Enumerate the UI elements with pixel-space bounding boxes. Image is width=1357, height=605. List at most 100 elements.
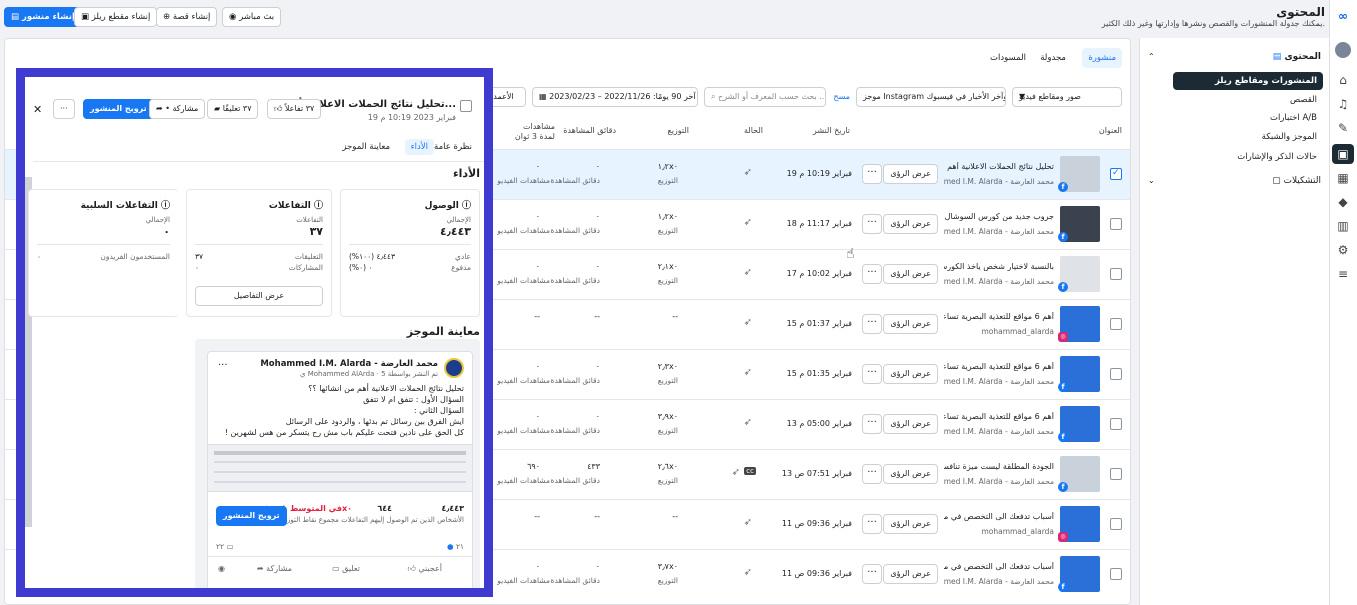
preview-like-button[interactable]: 👍︎ أعجبني: [407, 564, 442, 574]
calendar-icon[interactable]: ▦: [1335, 170, 1351, 186]
panel-boost-button[interactable]: ترويج المنشور: [83, 99, 154, 119]
settings-icon[interactable]: ⚙: [1335, 242, 1351, 258]
row-checkbox[interactable]: [1110, 368, 1122, 380]
view-insights-button[interactable]: عرض الرؤى: [883, 214, 938, 234]
row-more-button[interactable]: ···: [862, 164, 882, 184]
calendar-small-icon: ▦: [539, 92, 550, 101]
app-rail: ∞ ⌂ ♫ ✎ ▣ ▦ ◆ ▥ ⚙ ≡: [1329, 0, 1357, 605]
row-title[interactable]: تحليل نتائج الحملات الاعلانية أهم من...: [944, 162, 1054, 171]
row-checkbox[interactable]: [1110, 518, 1122, 530]
row-date: 11 فبراير 09:36 ص: [781, 519, 852, 528]
menu-icon[interactable]: ≡: [1335, 266, 1351, 282]
view-insights-button[interactable]: عرض الرؤى: [883, 314, 938, 334]
row-more-button[interactable]: ···: [862, 514, 882, 534]
facebook-icon: f: [1058, 482, 1068, 492]
row-views: ٠: [535, 562, 540, 571]
row-more-button[interactable]: ···: [862, 364, 882, 384]
row-more-button[interactable]: ···: [862, 414, 882, 434]
view-insights-button[interactable]: عرض الرؤى: [883, 264, 938, 284]
row-checkbox[interactable]: [1110, 418, 1122, 430]
row-title[interactable]: أهم 6 مواقع للتعذية البصرية تساعـ...: [944, 412, 1054, 421]
preview-stat-caption: الأشخاص الذين تم الوصول إليهم التفاعلات …: [281, 516, 464, 524]
view-insights-button[interactable]: عرض الرؤى: [883, 564, 938, 584]
view-insights-button[interactable]: عرض الرؤى: [883, 464, 938, 484]
panel-tab-feed-preview[interactable]: معاينة الموجز: [336, 139, 396, 155]
row-title[interactable]: جروب جديد من كورس السوشال ميديـ...: [944, 212, 1054, 221]
row-title[interactable]: أسباب تدفعك الى التخصص في مج...: [944, 562, 1054, 571]
row-checkbox[interactable]: [1110, 218, 1122, 230]
sidebar-content-section[interactable]: ▤ المحتوى: [1273, 52, 1321, 62]
sidebar-item-feed-grid[interactable]: الموجز والشبكة: [1147, 129, 1329, 145]
engagement-total: ٣٧: [309, 225, 323, 238]
placement-filter[interactable]: موجز Instagram وآخر الأخبار في فيسبوك: [856, 87, 1006, 107]
notifications-icon[interactable]: ♫: [1335, 96, 1351, 112]
row-checkbox[interactable]: [1110, 568, 1122, 580]
view-insights-button[interactable]: عرض الرؤى: [883, 164, 938, 184]
view-details-button[interactable]: عرض التفاصيل: [195, 286, 323, 306]
preview-more-icon[interactable]: ···: [218, 360, 228, 371]
sidebar-collections[interactable]: ▢ التشكيلات: [1272, 176, 1321, 186]
preview-share-button[interactable]: ➦ مشاركة: [257, 564, 292, 573]
preview-comment-count: ٢٢: [216, 542, 225, 551]
panel-share-button[interactable]: ➦ • مشاركة: [149, 99, 206, 119]
tab-drafts[interactable]: المسودات: [984, 48, 1032, 68]
row-checkbox[interactable]: [1110, 468, 1122, 480]
sidebar-item-mentions[interactable]: حالات الذكر والإشارات: [1147, 149, 1329, 165]
row-page: محمد العارضة - Mohammed I.M. Alarda: [944, 477, 1054, 486]
row-more-button[interactable]: ···: [862, 214, 882, 234]
sidebar-item-stories[interactable]: القصص: [1147, 92, 1329, 108]
edit-icon[interactable]: ✎: [1335, 120, 1351, 136]
chevron-down-icon[interactable]: ⌄: [1148, 176, 1155, 185]
content-icon[interactable]: ▣: [1332, 144, 1354, 164]
view-insights-button[interactable]: عرض الرؤى: [883, 364, 938, 384]
row-date: 18 فبراير 11:17 م: [786, 219, 852, 228]
view-insights-button[interactable]: عرض الرؤى: [883, 514, 938, 534]
row-date: 13 فبراير 07:51 ص: [781, 469, 852, 478]
row-title[interactable]: أسباب تدفعك الى التخصص في مج...: [944, 512, 1054, 521]
preview-boost-button[interactable]: ترويج المنشور: [216, 506, 287, 526]
row-title[interactable]: بالنسبة لاختيار شخص ياخذ الكورس ...: [944, 262, 1054, 271]
row-minutes-label: دقائق المشاهدة: [550, 176, 600, 185]
sidebar-item-posts-reels[interactable]: المنشورات ومقاطع ريلز: [1173, 72, 1323, 90]
insights-icon[interactable]: ▥: [1335, 218, 1351, 234]
create-story-button[interactable]: ⊕ إنشاء قصة: [156, 7, 218, 27]
like-count-icon: ●: [447, 542, 454, 551]
row-title[interactable]: أهم 6 مواقع للتعذية البصرية تساعـ...: [944, 312, 1054, 321]
row-title[interactable]: الجودة المطلقة ليست ميزة تنافسية ...: [944, 462, 1054, 471]
row-more-button[interactable]: ···: [862, 564, 882, 584]
post-icon: ▤: [11, 12, 22, 22]
meta-logo-icon[interactable]: ∞: [1335, 8, 1351, 24]
type-filter[interactable]: صور ومقاطع فيديو ▼: [1012, 87, 1122, 107]
row-more-button[interactable]: ···: [862, 264, 882, 284]
create-reel-button[interactable]: ▣ إنشاء مقطع ريلز: [74, 7, 158, 27]
go-live-button[interactable]: ◉ بث مباشر: [222, 7, 282, 27]
sidebar-item-ab-tests[interactable]: اختبارات A/B: [1147, 110, 1329, 126]
panel-tab-performance[interactable]: الأداء: [404, 139, 434, 155]
view-insights-button[interactable]: عرض الرؤى: [883, 414, 938, 434]
panel-tab-overview[interactable]: نظرة عامة: [430, 139, 476, 155]
clear-filters-link[interactable]: مسح: [833, 92, 850, 101]
home-icon[interactable]: ⌂: [1335, 72, 1351, 88]
row-minutes-label: دقائق المشاهدة: [550, 476, 600, 485]
ads-icon[interactable]: ◆: [1335, 194, 1351, 210]
row-checkbox[interactable]: [1110, 318, 1122, 330]
panel-more-button[interactable]: ···: [53, 99, 75, 119]
date-range-picker[interactable]: ▦ آخر 90 يومًا: 2022/11/26 – 2023/02/23: [532, 87, 698, 107]
panel-reactions-button[interactable]: 👍︎ ٣٧ تفاعلاً: [267, 99, 322, 119]
row-checkbox[interactable]: [1110, 268, 1122, 280]
create-post-button[interactable]: ▤ إنشاء منشور: [4, 7, 82, 27]
panel-comments-button[interactable]: ▰ ٣٧ تعليقًا: [207, 99, 259, 119]
preview-comment-button[interactable]: ▭ تعليق: [332, 564, 360, 573]
avatar[interactable]: [1335, 42, 1351, 58]
chevron-up-icon[interactable]: ⌃: [1148, 52, 1155, 61]
rocket-icon: ➶: [743, 417, 752, 428]
row-checkbox[interactable]: ✓: [1110, 168, 1122, 180]
tab-published[interactable]: منشورة: [1082, 48, 1122, 68]
close-icon[interactable]: ✕: [33, 103, 42, 116]
row-page: محمد العارضة - Mohammed I.M. Alarda: [944, 377, 1054, 386]
row-title[interactable]: أهم 6 مواقع للتعذية البصرية تساعـ...: [944, 362, 1054, 371]
row-more-button[interactable]: ···: [862, 464, 882, 484]
row-more-button[interactable]: ···: [862, 314, 882, 334]
search-input[interactable]: ⌕ بحث حسب المعرف أو الشرح ...: [704, 87, 826, 107]
tab-scheduled[interactable]: مجدولة: [1034, 48, 1072, 68]
